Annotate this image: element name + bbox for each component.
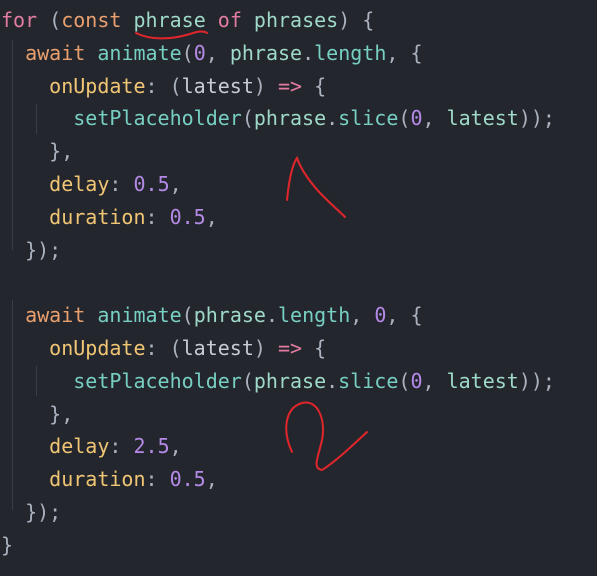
handwritten-annotations	[135, 30, 368, 472]
underline-phrase-annotation	[135, 30, 208, 40]
handwritten-two-annotation	[285, 401, 368, 472]
code-editor[interactable]: for (const phrase of phrases) { await an…	[0, 0, 597, 576]
handwritten-one-annotation	[286, 155, 346, 218]
